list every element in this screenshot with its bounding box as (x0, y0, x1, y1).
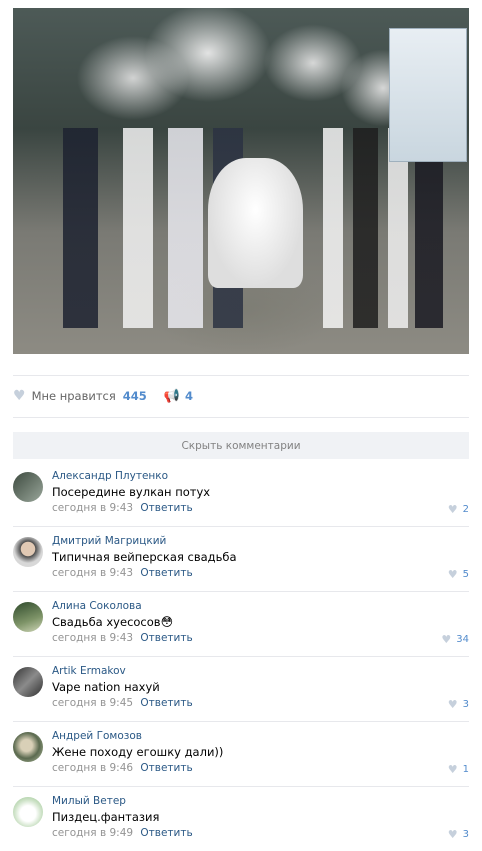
comment-like[interactable]: ♥ 3 (448, 698, 469, 711)
comment-like[interactable]: ♥ 5 (448, 568, 469, 581)
comment-author[interactable]: Александр Плутенко (52, 470, 168, 482)
comment-like[interactable]: ♥ 34 (441, 633, 469, 646)
reply-button[interactable]: Ответить (140, 567, 192, 579)
reply-button[interactable]: Ответить (140, 697, 192, 709)
heart-icon[interactable]: ♥ (448, 698, 458, 711)
comment-time[interactable]: сегодня в 9:49 (52, 827, 133, 839)
comment-author[interactable]: Дмитрий Магрицкий (52, 535, 166, 547)
post-photo[interactable] (13, 8, 469, 354)
bride-dress (208, 158, 303, 288)
megaphone-icon[interactable]: 📢 (164, 389, 180, 404)
comment-text: Жене походу егошку дали)) (52, 745, 224, 759)
heart-icon[interactable]: ♥ (448, 828, 458, 841)
comment-like-count: 2 (462, 504, 469, 515)
post-actions: ♥ Мне нравится 445 📢 4 (13, 386, 193, 406)
comment-text: Посередине вулкан потух (52, 485, 211, 499)
comment-time[interactable]: сегодня в 9:46 (52, 762, 133, 774)
comment-item: Алина Соколова Свадьба хуесосов😳 сегодня… (13, 592, 469, 657)
comment-meta: сегодня в 9:43 Ответить (52, 567, 193, 579)
comment-text: Vape nation нахуй (52, 680, 160, 694)
avatar[interactable] (13, 602, 43, 632)
divider (13, 417, 469, 418)
comment-text: Типичная вейперская свадьба (52, 550, 237, 564)
comment-like[interactable]: ♥ 1 (448, 763, 469, 776)
comment-like[interactable]: ♥ 3 (448, 828, 469, 841)
comment-item: Дмитрий Магрицкий Типичная вейперская св… (13, 527, 469, 592)
comment-meta: сегодня в 9:45 Ответить (52, 697, 193, 709)
comment-time[interactable]: сегодня в 9:43 (52, 502, 133, 514)
heart-icon[interactable]: ♥ (448, 503, 458, 516)
comment-item: Александр Плутенко Посередине вулкан пот… (13, 462, 469, 527)
comment-author[interactable]: Artik Ermakov (52, 665, 126, 677)
comment-meta: сегодня в 9:46 Ответить (52, 762, 193, 774)
reply-button[interactable]: Ответить (140, 827, 192, 839)
heart-icon[interactable]: ♥ (448, 568, 458, 581)
comment-time[interactable]: сегодня в 9:45 (52, 697, 133, 709)
heart-icon[interactable]: ♥ (441, 633, 451, 646)
comment-item: Милый Ветер Пиздец.фантазия сегодня в 9:… (13, 787, 469, 851)
comment-like-count: 3 (462, 829, 469, 840)
reply-button[interactable]: Ответить (140, 762, 192, 774)
heart-icon[interactable]: ♥ (448, 763, 458, 776)
reply-button[interactable]: Ответить (140, 502, 192, 514)
flushed-face-emoji: 😳 (160, 615, 174, 629)
comment-author[interactable]: Милый Ветер (52, 795, 126, 807)
avatar[interactable] (13, 732, 43, 762)
share-count[interactable]: 4 (185, 389, 193, 403)
like-label[interactable]: Мне нравится (32, 389, 116, 403)
comment-like-count: 34 (456, 634, 469, 645)
comment-like-count: 3 (462, 699, 469, 710)
divider (13, 375, 469, 376)
comment-time[interactable]: сегодня в 9:43 (52, 632, 133, 644)
comment-time[interactable]: сегодня в 9:43 (52, 567, 133, 579)
comment-author[interactable]: Андрей Гомозов (52, 730, 142, 742)
heart-icon[interactable]: ♥ (13, 388, 26, 404)
comment-text-body: Свадьба хуесосов (52, 615, 161, 629)
like-count[interactable]: 445 (123, 389, 147, 403)
comment-item: Artik Ermakov Vape nation нахуй сегодня … (13, 657, 469, 722)
comment-author[interactable]: Алина Соколова (52, 600, 142, 612)
comment-like[interactable]: ♥ 2 (448, 503, 469, 516)
comment-meta: сегодня в 9:43 Ответить (52, 502, 193, 514)
reply-button[interactable]: Ответить (140, 632, 192, 644)
avatar[interactable] (13, 537, 43, 567)
background-sign (389, 28, 467, 162)
avatar[interactable] (13, 667, 43, 697)
comment-meta: сегодня в 9:43 Ответить (52, 632, 193, 644)
comment-text: Пиздец.фантазия (52, 810, 160, 824)
comment-item: Андрей Гомозов Жене походу егошку дали))… (13, 722, 469, 787)
hide-comments-button[interactable]: Скрыть комментарии (13, 432, 469, 459)
comment-like-count: 1 (462, 764, 469, 775)
avatar[interactable] (13, 797, 43, 827)
avatar[interactable] (13, 472, 43, 502)
comment-meta: сегодня в 9:49 Ответить (52, 827, 193, 839)
comments-list: Александр Плутенко Посередине вулкан пот… (13, 462, 469, 851)
comment-text: Свадьба хуесосов😳 (52, 615, 173, 629)
comment-like-count: 5 (462, 569, 469, 580)
